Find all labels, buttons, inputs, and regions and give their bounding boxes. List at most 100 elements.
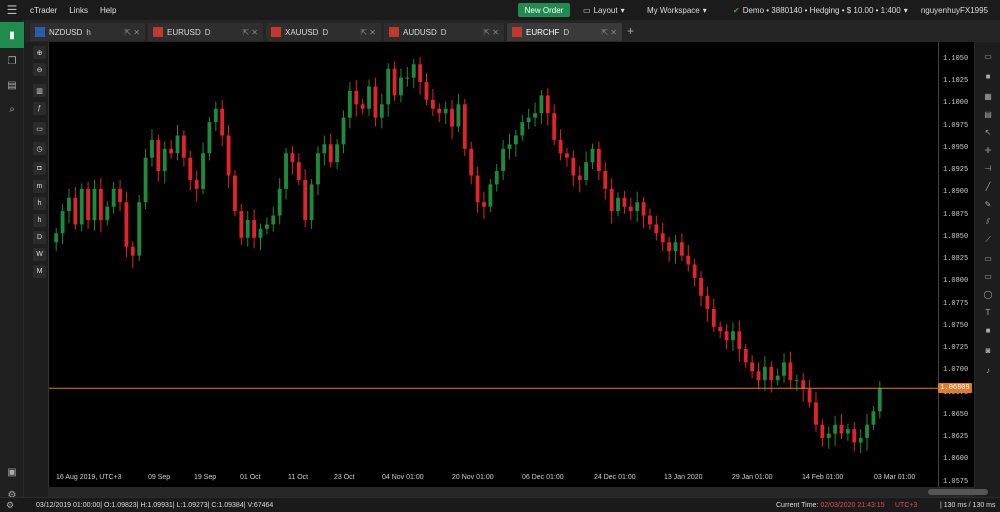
tab-eurchf[interactable]: EURCHF D ⇱ ✕ bbox=[507, 23, 622, 41]
time-axis[interactable]: 16 Aug 2019, UTC+3 09 Sep 19 Sep 01 Oct 11 O… bbox=[48, 473, 938, 487]
panel-icon[interactable]: ■ bbox=[981, 70, 995, 82]
candle-body bbox=[284, 153, 288, 189]
time-tick-label: 13 Jan 2020 bbox=[664, 474, 703, 481]
account-selector[interactable]: ✔ Demo • 3880140 • Hedging • $ 10.00 • 1… bbox=[733, 3, 908, 17]
gear-icon[interactable]: ⚙ bbox=[6, 500, 14, 511]
chart-scrollbar[interactable] bbox=[48, 487, 988, 497]
candle-body bbox=[705, 295, 710, 309]
candle-body bbox=[820, 424, 825, 439]
candle-body bbox=[482, 202, 486, 207]
menu-links[interactable]: Links bbox=[63, 6, 94, 15]
tab-eurusd[interactable]: EURUSD D ⇱ ✕ bbox=[148, 23, 263, 41]
indicator-icon[interactable]: ƒ bbox=[33, 102, 46, 115]
briefcase-icon[interactable]: ▣ bbox=[5, 465, 19, 479]
tab-actions-icon[interactable]: ⇱ ✕ bbox=[242, 28, 258, 37]
candle-body bbox=[316, 153, 320, 185]
template-icon[interactable]: ▭ bbox=[33, 122, 46, 135]
candle-body bbox=[188, 157, 193, 180]
scroll-thumb[interactable] bbox=[928, 489, 988, 495]
trade-icon[interactable]: ▮ bbox=[0, 22, 24, 48]
zoom-out-icon[interactable]: ⊖ bbox=[33, 63, 46, 76]
alert-icon[interactable]: ♪ bbox=[981, 364, 995, 376]
candle-body bbox=[756, 371, 761, 381]
ellipse-icon[interactable]: ◯ bbox=[981, 288, 995, 300]
candle-body bbox=[303, 179, 308, 220]
user-menu[interactable]: nguyenhuyFX1995 bbox=[921, 3, 988, 17]
candle-body bbox=[379, 104, 384, 118]
candle-body bbox=[513, 135, 518, 145]
automate-icon[interactable]: ▤ bbox=[5, 78, 19, 92]
new-order-button[interactable]: New Order bbox=[518, 3, 570, 17]
screenshot-icon[interactable]: ◘ bbox=[33, 162, 46, 175]
tab-xauusd[interactable]: XAUUSD D ⇱ ✕ bbox=[266, 23, 381, 41]
detach-icon[interactable]: ▤ bbox=[981, 108, 995, 120]
time-tick-label: 11 Oct bbox=[288, 474, 309, 481]
period-h1[interactable]: h bbox=[33, 197, 46, 210]
candle-body bbox=[603, 171, 608, 189]
grid-icon[interactable]: ▦ bbox=[981, 90, 995, 102]
tab-audusd[interactable]: AUDUSD D ⇱ ✕ bbox=[384, 23, 504, 41]
time-tick-label: 14 Feb 01:00 bbox=[802, 474, 844, 481]
text-icon[interactable]: T bbox=[981, 306, 995, 318]
timezone[interactable]: UTC+3 bbox=[895, 502, 917, 509]
candle-body bbox=[226, 135, 231, 176]
candle-body bbox=[622, 197, 627, 207]
tab-nzdusd[interactable]: NZDUSD h ⇱ ✕ bbox=[30, 23, 145, 41]
candlestick-plot[interactable] bbox=[49, 42, 939, 487]
cursor-icon[interactable]: ↖ bbox=[981, 126, 995, 138]
chart-type-icon[interactable]: ▥ bbox=[33, 84, 46, 97]
flag-icon bbox=[271, 27, 281, 37]
candle-body bbox=[488, 184, 493, 207]
analyze-icon[interactable]: ⌕ bbox=[5, 102, 19, 116]
time-tick-label: 01 Oct bbox=[240, 474, 261, 481]
period-m1[interactable]: m bbox=[33, 180, 46, 193]
add-tab-icon[interactable]: + bbox=[627, 24, 634, 38]
layout-button[interactable]: ▭ Layout ▾ bbox=[583, 3, 625, 17]
candle-body bbox=[801, 380, 806, 390]
workspace-selector[interactable]: My Workspace ▾ bbox=[647, 3, 707, 17]
price-chart[interactable] bbox=[48, 42, 939, 487]
app-title: cTrader bbox=[30, 5, 58, 15]
magnet-icon[interactable]: ⊣ bbox=[981, 162, 995, 174]
rectangle-icon[interactable]: ▭ bbox=[981, 252, 995, 264]
price-tick-label: 1.1025 bbox=[943, 77, 969, 86]
current-time: Current Time: 02/03/2020 21:43:15 bbox=[776, 502, 885, 509]
chevron-down-icon: ▾ bbox=[903, 5, 908, 15]
period-d1[interactable]: D bbox=[33, 231, 46, 244]
candle-body bbox=[628, 206, 633, 212]
price-tick-label: 1.0825 bbox=[943, 255, 969, 264]
candle-body bbox=[207, 122, 212, 154]
period-w1[interactable]: W bbox=[33, 248, 46, 261]
candle-body bbox=[73, 197, 78, 225]
tab-symbol: AUDUSD bbox=[403, 27, 437, 37]
candle-body bbox=[871, 411, 876, 425]
tab-actions-icon[interactable]: ⇱ ✕ bbox=[360, 28, 376, 37]
candle-body bbox=[181, 135, 186, 158]
clock-icon[interactable]: ◷ bbox=[33, 142, 46, 155]
zoom-in-icon[interactable]: ⊕ bbox=[33, 46, 46, 59]
price-axis[interactable]: 1.1050 1.1025 1.1000 1.0975 1.0950 1.0925 1.09… bbox=[938, 42, 974, 487]
camera-icon[interactable]: ◙ bbox=[981, 344, 995, 356]
period-mn[interactable]: M bbox=[33, 265, 46, 278]
channel-icon[interactable]: ⟋ bbox=[981, 234, 995, 246]
tab-actions-icon[interactable]: ⇱ ✕ bbox=[124, 28, 140, 37]
trendline-icon[interactable]: ╱ bbox=[981, 180, 995, 192]
tab-actions-icon[interactable]: ⇱ ✕ bbox=[601, 28, 617, 37]
color-icon[interactable]: ■ bbox=[981, 324, 995, 336]
tab-actions-icon[interactable]: ⇱ ✕ bbox=[483, 28, 499, 37]
window-icon[interactable]: ▭ bbox=[981, 50, 995, 62]
candle-body bbox=[590, 148, 595, 163]
period-h4[interactable]: h bbox=[33, 214, 46, 227]
fibonacci-icon[interactable]: ⫽ bbox=[981, 216, 995, 228]
crosshair-icon[interactable]: ✛ bbox=[981, 144, 995, 156]
pencil-icon[interactable]: ✎ bbox=[981, 198, 995, 210]
callout-icon[interactable]: ▭ bbox=[981, 270, 995, 282]
menu-help[interactable]: Help bbox=[94, 6, 122, 15]
candle-body bbox=[686, 255, 691, 265]
copy-icon[interactable]: ❐ bbox=[5, 54, 19, 68]
candle-body bbox=[552, 113, 557, 140]
hamburger-icon[interactable]: ☰ bbox=[0, 0, 24, 20]
candle-body bbox=[507, 144, 512, 149]
tab-timeframe: D bbox=[563, 27, 570, 37]
candle-body bbox=[386, 68, 391, 105]
